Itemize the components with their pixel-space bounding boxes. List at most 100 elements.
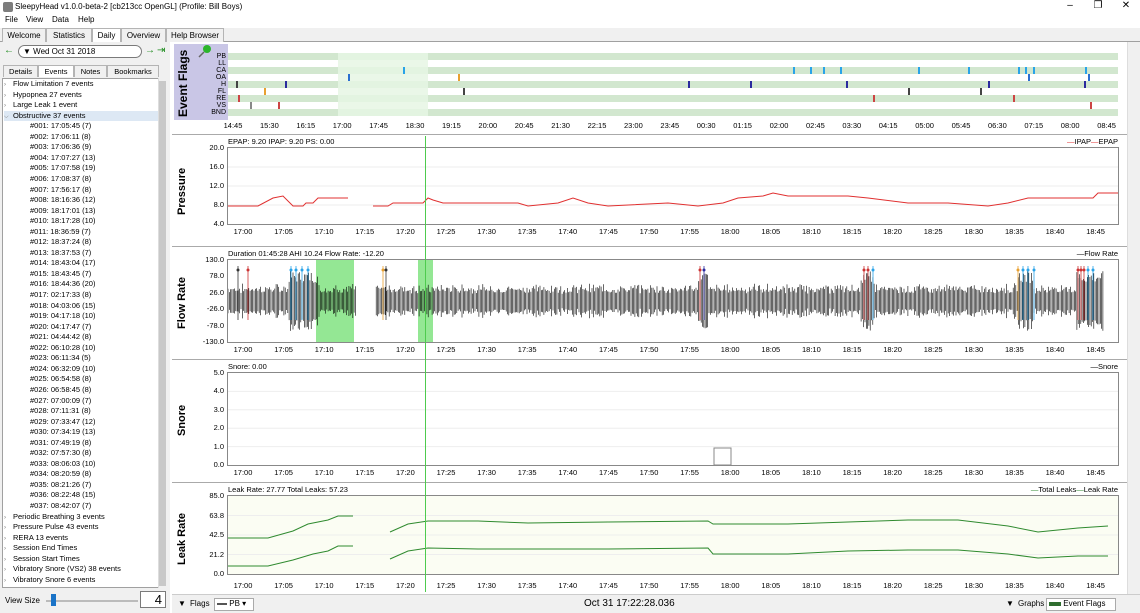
flag-time-tick: 02:00 (769, 121, 789, 130)
event-category[interactable]: › Session End Times (4, 543, 158, 554)
flags-dropdown-icon[interactable]: ▼ (178, 599, 186, 608)
flag-selection-window[interactable] (338, 53, 428, 116)
event-item[interactable]: #022: 06:10:28 (10) (30, 343, 155, 354)
flag-mark (463, 88, 465, 95)
leak-rate-title: Leak Rate (176, 513, 188, 565)
view-size-slider-handle[interactable] (50, 594, 56, 606)
snore-x-tick: 18:45 (1086, 468, 1105, 477)
leak-rate-plot[interactable] (227, 495, 1119, 575)
view-size-input[interactable]: 4 (140, 591, 166, 608)
graph-scrollbar[interactable] (1127, 42, 1140, 594)
event-category[interactable]: › Session Start Times (4, 554, 158, 565)
event-item[interactable]: #002: 17:06:11 (8) (30, 132, 155, 143)
event-item[interactable]: #017: 02:17:33 (8) (30, 290, 155, 301)
event-item[interactable]: #034: 08:20:59 (8) (30, 469, 155, 480)
view-size-slider[interactable] (46, 600, 138, 602)
event-item[interactable]: #013: 18:37:53 (7) (30, 248, 155, 259)
event-item[interactable]: #020: 04:17:47 (7) (30, 322, 155, 333)
collapse-icon[interactable]: ⌵ (4, 112, 13, 123)
event-item[interactable]: #037: 08:42:07 (7) (30, 501, 155, 512)
event-item[interactable]: #026: 06:58:45 (8) (30, 385, 155, 396)
event-flags-selector[interactable]: Event Flags (1046, 598, 1116, 611)
tab-help-browser[interactable]: Help Browser (166, 28, 224, 42)
date-picker[interactable]: ▼ Wed Oct 31 2018 (18, 45, 142, 58)
next-day-icon[interactable]: → (145, 46, 155, 56)
event-item[interactable]: #008: 18:16:36 (12) (30, 195, 155, 206)
event-item[interactable]: #019: 04:17:18 (10) (30, 311, 155, 322)
event-item[interactable]: #033: 08:06:03 (10) (30, 459, 155, 470)
pressure-x-tick: 18:05 (761, 227, 781, 236)
tab-daily[interactable]: Daily (92, 28, 121, 43)
prev-day-icon[interactable]: ← (4, 46, 14, 56)
pb-selector[interactable]: PB ▾ (214, 598, 254, 611)
event-item[interactable]: #004: 17:07:27 (13) (30, 153, 155, 164)
last-day-icon[interactable]: ⇥ (157, 46, 165, 56)
event-item[interactable]: #028: 07:11:31 (8) (30, 406, 155, 417)
event-item[interactable]: #007: 17:56:17 (8) (30, 185, 155, 196)
event-category[interactable]: › Pressure Pulse 43 events (4, 522, 158, 533)
tab-welcome[interactable]: Welcome (2, 28, 46, 42)
event-flags-time-axis: 14:45 15:30 16:15 17:00 17:45 18:30 19:15 20:00… (224, 121, 1118, 131)
tab-events[interactable]: Events (38, 65, 74, 77)
event-category[interactable]: › RERA 13 events (4, 533, 158, 544)
event-item[interactable]: #031: 07:49:19 (8) (30, 438, 155, 449)
total-leaks-line (389, 519, 1109, 533)
event-category[interactable]: › Flow Limitation 7 events (4, 79, 158, 90)
event-item[interactable]: #011: 18:36:59 (7) (30, 227, 155, 238)
tab-bookmarks[interactable]: Bookmarks (107, 65, 159, 77)
event-label: #031: 07:49:19 (8) (30, 437, 92, 447)
event-flags-plot[interactable] (228, 53, 1118, 116)
menu-help[interactable]: Help (78, 15, 94, 24)
event-item[interactable]: #021: 04:44:42 (8) (30, 332, 155, 343)
event-category[interactable]: › Periodic Breathing 3 events (4, 512, 158, 523)
event-item[interactable]: #006: 17:08:37 (8) (30, 174, 155, 185)
event-item[interactable]: #029: 07:33:47 (12) (30, 417, 155, 428)
pressure-plot[interactable] (227, 147, 1119, 225)
menu-file[interactable]: File (5, 15, 18, 24)
event-item[interactable]: #001: 17:05:45 (7) (30, 121, 155, 132)
event-category[interactable]: › Vibratory Snore (VS2) 38 events (4, 564, 158, 575)
event-item[interactable]: #003: 17:06:36 (9) (30, 142, 155, 153)
tab-details[interactable]: Details (3, 65, 38, 77)
tab-notes[interactable]: Notes (74, 65, 107, 77)
event-item[interactable]: #012: 18:37:24 (8) (30, 237, 155, 248)
expand-icon[interactable]: › (4, 576, 13, 587)
event-item[interactable]: #032: 07:57:30 (8) (30, 448, 155, 459)
tab-overview[interactable]: Overview (121, 28, 166, 42)
flow-rate-plot[interactable] (227, 259, 1119, 343)
event-item[interactable]: #018: 04:03:06 (15) (30, 301, 155, 312)
event-item[interactable]: #016: 18:44:36 (20) (30, 279, 155, 290)
event-item[interactable]: #015: 18:43:45 (7) (30, 269, 155, 280)
snore-plot[interactable] (227, 372, 1119, 466)
leak-x-tick: 17:05 (274, 581, 293, 590)
flags-toggle[interactable]: Flags (190, 599, 210, 608)
graphs-dropdown-icon[interactable]: ▼ (1006, 599, 1014, 608)
scrollbar-thumb[interactable] (159, 81, 166, 586)
event-item[interactable]: #014: 18:43:04 (17) (30, 258, 155, 269)
event-item[interactable]: #010: 18:17:28 (10) (30, 216, 155, 227)
event-category[interactable]: › Hypopnea 27 events (4, 90, 158, 101)
close-icon[interactable]: ✕ (1112, 0, 1140, 14)
graphs-toggle[interactable]: Graphs (1018, 599, 1044, 608)
event-item[interactable]: #030: 07:34:19 (13) (30, 427, 155, 438)
restore-icon[interactable]: ❐ (1084, 0, 1112, 14)
menu-data[interactable]: Data (52, 15, 69, 24)
event-category[interactable]: › Vibratory Snore 6 events (4, 575, 158, 586)
tab-statistics[interactable]: Statistics (46, 28, 92, 42)
event-category[interactable]: ⌵ Obstructive 37 events (4, 110, 158, 123)
flow-x-tick: 18:00 (720, 345, 740, 354)
event-item[interactable]: #035: 08:21:26 (7) (30, 480, 155, 491)
event-item[interactable]: #023: 06:11:34 (5) (30, 353, 155, 364)
event-item[interactable]: #009: 18:17:01 (13) (30, 206, 155, 217)
event-category[interactable]: › Large Leak 1 event (4, 100, 158, 111)
leak-rate-legend-label: Leak Rate (1083, 485, 1118, 494)
minimize-icon[interactable]: – (1056, 0, 1084, 14)
event-item[interactable]: #027: 07:00:09 (7) (30, 396, 155, 407)
event-item[interactable]: #024: 06:32:09 (10) (30, 364, 155, 375)
flag-time-tick: 17:45 (369, 121, 388, 130)
event-item[interactable]: #025: 06:54:58 (8) (30, 374, 155, 385)
event-item[interactable]: #005: 17:07:58 (19) (30, 163, 155, 174)
event-item[interactable]: #036: 08:22:48 (15) (30, 490, 155, 501)
leak-x-tick: 18:35 (1005, 581, 1024, 590)
menu-view[interactable]: View (26, 15, 43, 24)
